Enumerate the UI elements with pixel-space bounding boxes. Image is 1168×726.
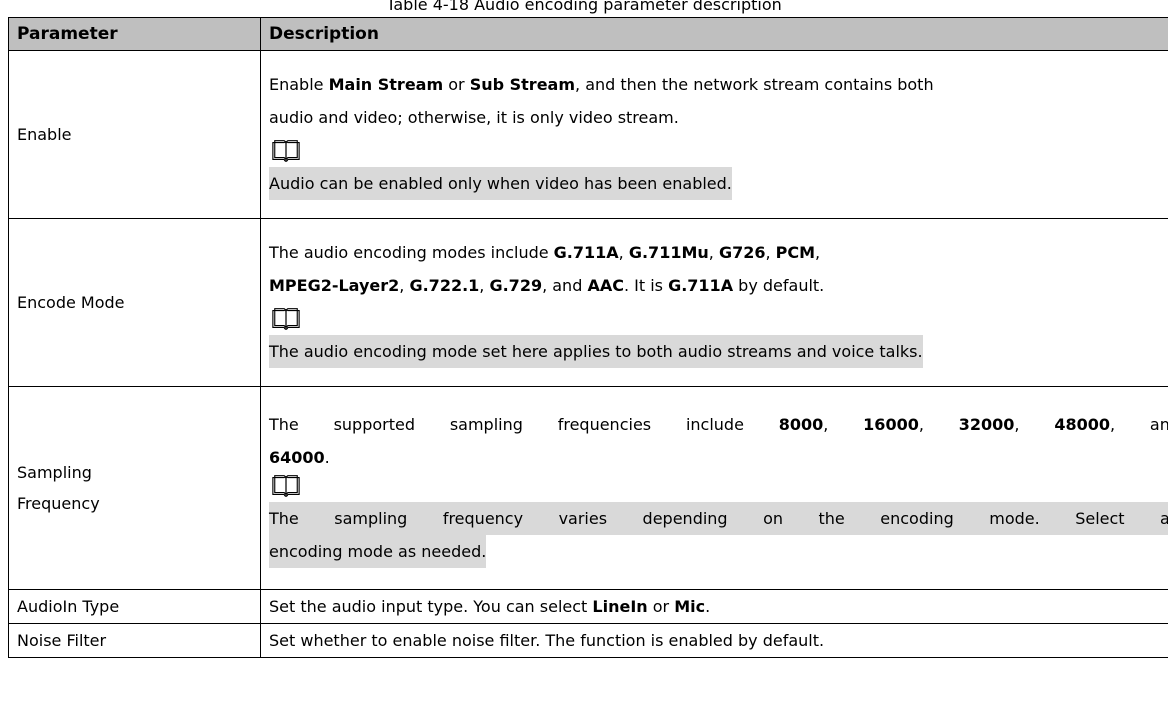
open-book-icon bbox=[272, 308, 300, 330]
param-noise-filter: Noise Filter bbox=[8, 623, 261, 658]
note-text: encoding mode as needed. bbox=[269, 534, 487, 568]
desc-sampling-frequency: The supported sampling frequencies inclu… bbox=[260, 386, 1168, 590]
note-icon bbox=[269, 134, 1168, 167]
desc-line: 64000. bbox=[269, 447, 330, 467]
open-book-icon bbox=[272, 140, 300, 162]
param-audioin-type: AudioIn Type bbox=[8, 589, 261, 624]
note-text: The audio encoding mode set here applies… bbox=[269, 335, 923, 368]
table-row: Encode Mode The audio encoding modes inc… bbox=[8, 218, 1168, 387]
desc-noise-filter: Set whether to enable noise filter. The … bbox=[260, 623, 1168, 658]
parameter-table: Parameter Description Enable Enable Main… bbox=[8, 17, 1168, 658]
desc-audioin-type: Set the audio input type. You can select… bbox=[260, 589, 1168, 624]
header-parameter: Parameter bbox=[8, 17, 261, 51]
desc-enable: Enable Main Stream or Sub Stream, and th… bbox=[260, 50, 1168, 219]
note-text: Audio can be enabled only when video has… bbox=[269, 167, 732, 200]
param-sampling-frequency: Sampling Frequency bbox=[8, 386, 261, 590]
desc-line: MPEG2-Layer2, G.722.1, G.729, and AAC. I… bbox=[269, 276, 825, 295]
note-text: The sampling frequency varies depending … bbox=[269, 501, 1168, 535]
open-book-icon bbox=[272, 474, 300, 497]
desc-line: The supported sampling frequencies inclu… bbox=[269, 414, 1168, 434]
table-row: AudioIn Type Set the audio input type. Y… bbox=[8, 589, 1168, 624]
header-description: Description bbox=[260, 17, 1168, 51]
desc-encode-mode: The audio encoding modes include G.711A,… bbox=[260, 218, 1168, 387]
note-icon bbox=[269, 302, 1168, 335]
table-row: Enable Enable Main Stream or Sub Stream,… bbox=[8, 50, 1168, 219]
desc-line: Enable Main Stream or Sub Stream, and th… bbox=[269, 75, 934, 94]
desc-line: audio and video; otherwise, it is only v… bbox=[269, 108, 679, 127]
note-icon bbox=[269, 474, 1168, 502]
table-header-row: Parameter Description bbox=[8, 17, 1168, 51]
table-row: Noise Filter Set whether to enable noise… bbox=[8, 623, 1168, 658]
param-enable: Enable bbox=[8, 50, 261, 219]
desc-line: The audio encoding modes include G.711A,… bbox=[269, 243, 821, 262]
table-row: Sampling Frequency The supported samplin… bbox=[8, 386, 1168, 590]
table-caption: Table 4-18 Audio encoding parameter desc… bbox=[386, 0, 782, 14]
param-encode-mode: Encode Mode bbox=[8, 218, 261, 387]
